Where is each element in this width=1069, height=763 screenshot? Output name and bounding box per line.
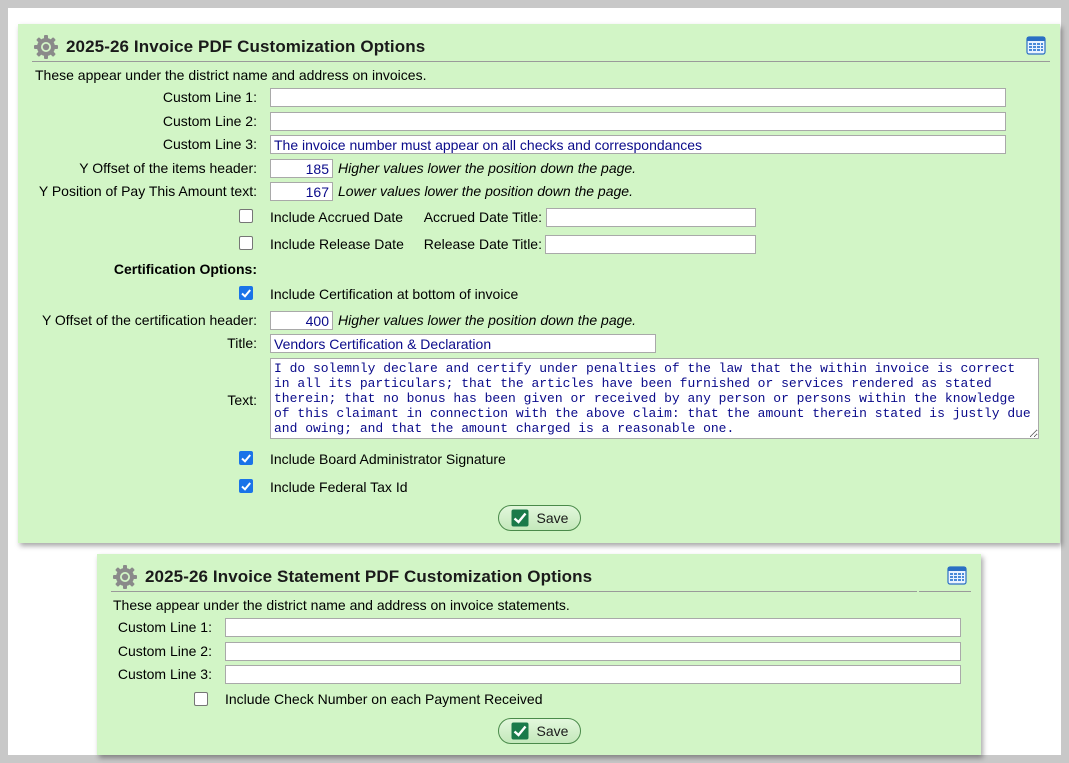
release-date-checkbox[interactable] <box>239 236 253 250</box>
custom-line-3-input[interactable] <box>270 135 1006 154</box>
custom-line-2-input[interactable] <box>225 642 961 661</box>
gear-icon <box>113 564 137 589</box>
header-divider <box>998 61 1050 62</box>
accrued-date-title-input[interactable] <box>546 208 756 227</box>
release-date-label: Include Release Date <box>270 236 404 252</box>
panel-title: 2025-26 Invoice Statement PDF Customizat… <box>145 566 593 586</box>
custom-line-1-input[interactable] <box>270 88 1006 107</box>
pay-amount-position-hint: Lower values lower the position down the… <box>338 183 633 199</box>
checkmark-icon <box>511 509 529 527</box>
release-date-title-input[interactable] <box>545 235 756 254</box>
checkmark-icon <box>511 722 529 740</box>
custom-line-2-input[interactable] <box>270 112 1006 131</box>
check-number-checkbox[interactable] <box>194 692 208 706</box>
items-header-offset-input[interactable] <box>270 159 333 178</box>
header-divider <box>919 591 971 592</box>
board-signature-checkbox[interactable] <box>239 451 253 465</box>
panel-note: These appear under the district name and… <box>35 67 427 83</box>
release-date-title-label: Release Date Title: <box>423 236 542 252</box>
custom-line-3-input[interactable] <box>225 665 961 684</box>
invoice-statement-pdf-options-panel: 2025-26 Invoice Statement PDF Customizat… <box>97 554 981 755</box>
save-button[interactable]: Save <box>498 505 581 531</box>
save-button-label: Save <box>536 510 569 526</box>
custom-line-1-input[interactable] <box>225 618 961 637</box>
certification-offset-label: Y Offset of the certification header: <box>41 312 257 328</box>
panel-header: 2025-26 Invoice Statement PDF Customizat… <box>111 562 917 592</box>
items-header-offset-label: Y Offset of the items header: <box>79 160 257 176</box>
custom-line-2-label: Custom Line 2: <box>117 643 212 659</box>
certification-offset-hint: Higher values lower the position down th… <box>338 312 637 328</box>
board-signature-label: Include Board Administrator Signature <box>270 451 506 467</box>
cert-title-input[interactable] <box>270 334 656 353</box>
check-number-label: Include Check Number on each Payment Rec… <box>225 691 543 707</box>
cert-title-label: Title: <box>227 335 257 351</box>
custom-line-1-label: Custom Line 1: <box>162 89 257 105</box>
custom-line-3-label: Custom Line 3: <box>162 136 257 152</box>
federal-tax-id-label: Include Federal Tax Id <box>270 479 408 495</box>
pay-amount-position-label: Y Position of Pay This Amount text: <box>38 183 257 199</box>
custom-line-1-label: Custom Line 1: <box>117 619 212 635</box>
cert-text-area[interactable]: I do solemnly declare and certify under … <box>270 358 1039 439</box>
accrued-date-checkbox[interactable] <box>239 209 253 223</box>
save-button-label: Save <box>536 723 569 739</box>
accrued-date-label: Include Accrued Date <box>270 209 404 225</box>
panel-header: 2025-26 Invoice PDF Customization Option… <box>32 32 1006 62</box>
certification-options-heading: Certification Options: <box>113 261 257 277</box>
federal-tax-id-checkbox[interactable] <box>239 479 253 493</box>
include-certification-checkbox[interactable] <box>239 286 253 300</box>
include-certification-label: Include Certification at bottom of invoi… <box>270 286 519 302</box>
custom-line-3-label: Custom Line 3: <box>117 666 212 682</box>
calendar-icon[interactable] <box>1026 35 1046 55</box>
invoice-pdf-options-panel: 2025-26 Invoice PDF Customization Option… <box>18 24 1060 543</box>
calendar-icon[interactable] <box>947 565 967 585</box>
items-header-offset-hint: Higher values lower the position down th… <box>338 160 637 176</box>
accrued-date-title-label: Accrued Date Title: <box>423 209 542 225</box>
panel-title: 2025-26 Invoice PDF Customization Option… <box>66 36 426 56</box>
custom-line-2-label: Custom Line 2: <box>162 113 257 129</box>
save-button[interactable]: Save <box>498 718 581 744</box>
pay-amount-position-input[interactable] <box>270 182 333 201</box>
cert-text-label: Text: <box>227 392 257 408</box>
page-frame: 2025-26 Invoice PDF Customization Option… <box>8 8 1061 755</box>
panel-note: These appear under the district name and… <box>113 597 570 613</box>
certification-offset-input[interactable] <box>270 311 333 330</box>
gear-icon <box>34 34 58 59</box>
